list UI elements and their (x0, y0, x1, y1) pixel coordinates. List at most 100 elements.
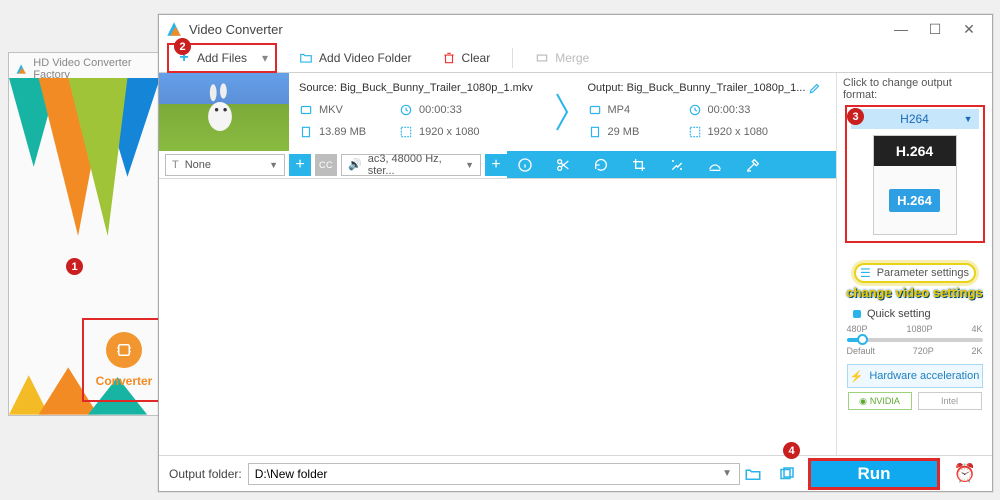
clear-label: Clear (462, 51, 491, 65)
audio-select[interactable]: 🔊 ac3, 48000 Hz, ster... ▼ (341, 154, 481, 176)
add-files-label: Add Files (197, 51, 247, 65)
media-list: Source: Big_Buck_Bunny_Trailer_1080p_1.m… (159, 73, 836, 455)
subtitle-select[interactable]: TNone▼ (165, 154, 285, 176)
chevron-down-icon: ▼ (465, 160, 474, 170)
quick-setting-label: Quick setting (843, 308, 931, 320)
format-dropdown[interactable]: H264 ▼ (851, 109, 979, 129)
add-folder-button[interactable]: Add Video Folder (291, 44, 420, 72)
intel-badge: Intel (918, 392, 982, 410)
clock-icon (399, 103, 413, 117)
output-column: Output: Big_Buck_Bunny_Trailer_1080p_1..… (578, 73, 837, 151)
out-format: MP4 (608, 104, 631, 116)
output-folder-input[interactable] (248, 463, 740, 485)
annotation-text: change video settings (846, 285, 983, 300)
dot-icon (853, 310, 861, 318)
speaker-icon: 🔊 (348, 158, 362, 171)
clear-button[interactable]: Clear (434, 44, 499, 72)
merge-icon (535, 51, 549, 65)
trash-icon (442, 51, 456, 65)
format-highlight-box: H264 ▼ H.264 H.264 (845, 105, 985, 243)
in-size: 13.89 MB (319, 126, 366, 138)
in-res: 1920 x 1080 (419, 126, 480, 138)
source-label: Source: (299, 82, 337, 94)
out-size: 29 MB (608, 126, 640, 138)
nvidia-icon: ◉ (859, 396, 867, 407)
converter-label: Converter (96, 374, 153, 388)
out-res: 1920 x 1080 (708, 126, 769, 138)
side-panel: Click to change output format: H264 ▼ H.… (836, 73, 992, 455)
trim-tool-icon[interactable] (553, 155, 573, 175)
bunny-illustration (203, 83, 237, 133)
resolution-icon (399, 125, 413, 139)
size-icon (588, 125, 602, 139)
video-thumbnail[interactable] (159, 73, 289, 151)
folder-icon (299, 51, 313, 65)
converter-icon (106, 332, 142, 368)
edit-toolstrip (507, 151, 836, 178)
annotation-badge-4: 4 (783, 442, 800, 459)
in-format: MKV (319, 104, 343, 116)
audio-value: ac3, 48000 Hz, ster... (368, 153, 459, 177)
quality-slider[interactable]: 480P1080P4K Default720P2K (847, 324, 983, 356)
format-head-label: H264 (900, 112, 929, 126)
secondary-window: HD Video Converter Factory Converter (8, 52, 161, 416)
bottom-bar: Output folder: ▼ Run ⏰ (159, 455, 992, 491)
format-hint: Click to change output format: (843, 77, 986, 101)
media-item: Source: Big_Buck_Bunny_Trailer_1080p_1.m… (159, 73, 836, 179)
add-subtitle-button[interactable]: + (289, 154, 311, 176)
app-logo-icon (165, 20, 183, 38)
edit-name-icon[interactable] (805, 81, 825, 95)
add-folder-label: Add Video Folder (319, 51, 412, 65)
cc-button[interactable]: CC (315, 154, 337, 176)
annotation-badge-1: 1 (66, 258, 83, 275)
run-button[interactable]: Run (808, 458, 940, 490)
effects-tool-icon[interactable] (667, 155, 687, 175)
watermark-tool-icon[interactable] (705, 155, 725, 175)
info-tool-icon[interactable] (515, 155, 535, 175)
app-logo-icon (15, 62, 27, 76)
merge-button[interactable]: Merge (527, 44, 597, 72)
output-label: Output: (588, 82, 624, 94)
rotate-tool-icon[interactable] (591, 155, 611, 175)
add-audio-button[interactable]: + (485, 154, 507, 176)
format-card[interactable]: H.264 H.264 (873, 135, 957, 235)
out-duration: 00:00:33 (708, 104, 751, 116)
hardware-acceleration-button[interactable]: ⚡ Hardware acceleration (847, 364, 983, 388)
filter-tool-icon[interactable] (743, 155, 763, 175)
crop-tool-icon[interactable] (629, 155, 649, 175)
batch-button[interactable] (774, 463, 800, 485)
converter-module-button[interactable]: Converter (82, 318, 166, 402)
add-files-dropdown[interactable]: ▾ (255, 51, 275, 65)
maximize-button[interactable]: ☐ (918, 17, 952, 41)
window-title: Video Converter (189, 22, 283, 37)
hwa-label: Hardware acceleration (869, 370, 979, 382)
parameter-settings-label: Parameter settings (877, 267, 969, 279)
clock-icon (688, 103, 702, 117)
parameter-settings-button[interactable]: ☰ Parameter settings (854, 263, 976, 283)
format-card-title: H.264 (874, 136, 956, 166)
open-folder-button[interactable] (740, 463, 766, 485)
close-button[interactable]: ✕ (952, 17, 986, 41)
item-bottom-row: TNone▼ + CC 🔊 ac3, 48000 Hz, ster... ▼ + (159, 151, 836, 178)
annotation-badge-3: 3 (847, 108, 864, 125)
decorative-triangles (9, 77, 160, 237)
format-icon (588, 103, 602, 117)
nvidia-badge: ◉NVIDIA (848, 392, 912, 410)
size-icon (299, 125, 313, 139)
output-folder-label: Output folder: (169, 467, 242, 481)
source-name: Big_Buck_Bunny_Trailer_1080p_1.mkv (340, 82, 533, 94)
toolbar-divider (512, 48, 513, 68)
slider-knob[interactable] (857, 334, 868, 345)
alarm-button[interactable]: ⏰ (948, 459, 982, 489)
main-toolbar: + Add Files ▾ Add Video Folder Clear Mer… (159, 43, 992, 73)
format-icon (299, 103, 313, 117)
arrow-separator (548, 73, 578, 151)
bolt-icon: ⚡ (850, 370, 864, 383)
merge-label: Merge (555, 51, 589, 65)
resolution-icon (688, 125, 702, 139)
annotation-badge-2: 2 (174, 38, 191, 55)
output-name: Big_Buck_Bunny_Trailer_1080p_1... (627, 82, 806, 94)
source-column: Source: Big_Buck_Bunny_Trailer_1080p_1.m… (289, 73, 548, 151)
minimize-button[interactable]: — (884, 17, 918, 41)
run-label: Run (857, 464, 890, 484)
